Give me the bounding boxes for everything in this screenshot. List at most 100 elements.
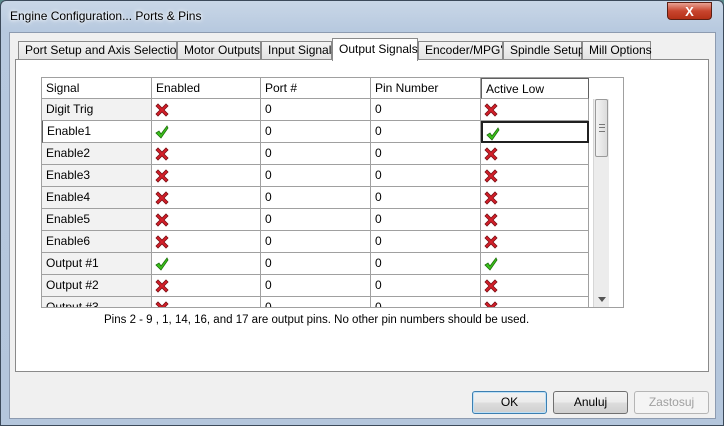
column-header-pin-number[interactable]: Pin Number: [371, 78, 481, 99]
column-header-enabled[interactable]: Enabled: [152, 78, 261, 99]
active-low-cell[interactable]: [481, 297, 589, 308]
enabled-cell[interactable]: [152, 275, 261, 297]
pin-cell[interactable]: 0: [371, 187, 481, 209]
signal-cell: Enable1: [42, 121, 152, 143]
pin-cell[interactable]: 0: [371, 253, 481, 275]
tab-encoder-mpg-s[interactable]: Encoder/MPG's: [418, 41, 509, 60]
enabled-cell[interactable]: [152, 297, 261, 308]
cancel-button[interactable]: Anuluj: [553, 391, 628, 414]
green-check-icon[interactable]: [155, 125, 169, 139]
scroll-down-icon[interactable]: [598, 297, 606, 302]
port-cell[interactable]: 0: [261, 165, 371, 187]
table-row[interactable]: Output #1 0 0: [42, 253, 593, 275]
window-title: Engine Configuration... Ports & Pins: [10, 9, 202, 23]
tab-mill-options[interactable]: Mill Options: [582, 41, 652, 60]
tab-port-setup-and-axis-selection[interactable]: Port Setup and Axis Selection: [18, 41, 183, 60]
enabled-cell[interactable]: [152, 121, 261, 143]
pin-cell[interactable]: 0: [371, 297, 481, 307]
pin-cell[interactable]: 0: [371, 121, 481, 143]
table-row[interactable]: Digit Trig 0 0: [42, 99, 593, 121]
port-cell[interactable]: 0: [261, 231, 371, 253]
red-x-icon[interactable]: [155, 235, 169, 249]
pin-cell[interactable]: 0: [371, 143, 481, 165]
pin-cell[interactable]: 0: [371, 165, 481, 187]
port-cell[interactable]: 0: [261, 253, 371, 275]
red-x-icon[interactable]: [155, 103, 169, 117]
red-x-icon[interactable]: [484, 147, 498, 161]
pin-cell[interactable]: 0: [371, 231, 481, 253]
active-low-cell[interactable]: [481, 99, 589, 121]
red-x-icon[interactable]: [155, 279, 169, 293]
close-button[interactable]: X: [667, 2, 712, 20]
signal-cell: Enable3: [42, 165, 152, 187]
scroll-thumb[interactable]: [595, 99, 608, 157]
active-low-cell[interactable]: [481, 231, 589, 253]
table-row[interactable]: Output #2 0 0: [42, 275, 593, 297]
tab-output-signals[interactable]: Output Signals: [332, 38, 418, 61]
vertical-scrollbar[interactable]: [593, 99, 609, 307]
table-row[interactable]: Enable5 0 0: [42, 209, 593, 231]
port-cell[interactable]: 0: [261, 275, 371, 297]
red-x-icon[interactable]: [484, 169, 498, 183]
signal-cell: Output #1: [42, 253, 152, 275]
active-low-cell[interactable]: [481, 165, 589, 187]
table-row[interactable]: Enable3 0 0: [42, 165, 593, 187]
red-x-icon[interactable]: [484, 279, 498, 293]
enabled-cell[interactable]: [152, 165, 261, 187]
tab-spindle-setup[interactable]: Spindle Setup: [503, 41, 585, 60]
enabled-cell[interactable]: [152, 143, 261, 165]
column-header-port[interactable]: Port #: [261, 78, 371, 99]
active-low-cell[interactable]: [481, 209, 589, 231]
port-cell[interactable]: 0: [261, 209, 371, 231]
red-x-icon[interactable]: [484, 235, 498, 249]
red-x-icon[interactable]: [155, 191, 169, 205]
red-x-icon[interactable]: [484, 191, 498, 205]
pin-cell[interactable]: 0: [371, 275, 481, 297]
column-header-active-low[interactable]: Active Low: [481, 78, 589, 99]
enabled-cell[interactable]: [152, 231, 261, 253]
output-signals-panel: Signal Enabled Port # Pin Number Active Low …: [15, 59, 709, 372]
table-row[interactable]: Output #3 0 0: [42, 297, 593, 308]
active-low-cell[interactable]: [481, 143, 589, 165]
tab-input-signals[interactable]: Input Signals: [261, 41, 337, 60]
enabled-cell[interactable]: [152, 209, 261, 231]
red-x-icon[interactable]: [155, 213, 169, 227]
red-x-icon[interactable]: [484, 103, 498, 117]
port-cell[interactable]: 0: [261, 99, 371, 121]
pin-cell[interactable]: 0: [371, 209, 481, 231]
enabled-cell[interactable]: [152, 187, 261, 209]
column-header-signal[interactable]: Signal: [42, 78, 152, 99]
pin-cell[interactable]: 0: [371, 99, 481, 121]
table-row[interactable]: Enable6 0 0: [42, 231, 593, 253]
active-low-cell[interactable]: [481, 187, 589, 209]
port-cell[interactable]: 0: [261, 143, 371, 165]
output-pins-note: Pins 2 - 9 , 1, 14, 16, and 17 are outpu…: [104, 314, 530, 326]
table-row[interactable]: Enable1 0 0: [42, 121, 593, 143]
red-x-icon[interactable]: [484, 301, 498, 308]
output-signals-grid[interactable]: Signal Enabled Port # Pin Number Active Low …: [41, 77, 624, 308]
red-x-icon[interactable]: [155, 301, 169, 308]
port-cell[interactable]: 0: [261, 297, 371, 307]
active-low-cell[interactable]: [481, 275, 589, 297]
red-x-icon[interactable]: [484, 213, 498, 227]
enabled-cell[interactable]: [152, 253, 261, 275]
grid-header-row: Signal Enabled Port # Pin Number Active Low: [42, 78, 593, 99]
tab-motor-outputs[interactable]: Motor Outputs: [177, 41, 261, 60]
port-cell[interactable]: 0: [261, 121, 371, 143]
signal-cell: Output #3: [42, 297, 152, 307]
active-low-cell[interactable]: [481, 121, 589, 143]
enabled-cell[interactable]: [152, 99, 261, 121]
table-row[interactable]: Enable4 0 0: [42, 187, 593, 209]
table-row[interactable]: Enable2 0 0: [42, 143, 593, 165]
red-x-icon[interactable]: [155, 169, 169, 183]
green-check-icon[interactable]: [155, 257, 169, 271]
green-check-icon[interactable]: [486, 127, 500, 141]
signal-cell: Enable6: [42, 231, 152, 253]
ok-button[interactable]: OK: [472, 391, 547, 414]
red-x-icon[interactable]: [155, 147, 169, 161]
apply-button[interactable]: Zastosuj: [634, 391, 709, 414]
active-low-cell[interactable]: [481, 253, 589, 275]
port-cell[interactable]: 0: [261, 187, 371, 209]
title-bar[interactable]: Engine Configuration... Ports & Pins X: [1, 1, 723, 31]
green-check-icon[interactable]: [484, 257, 498, 271]
